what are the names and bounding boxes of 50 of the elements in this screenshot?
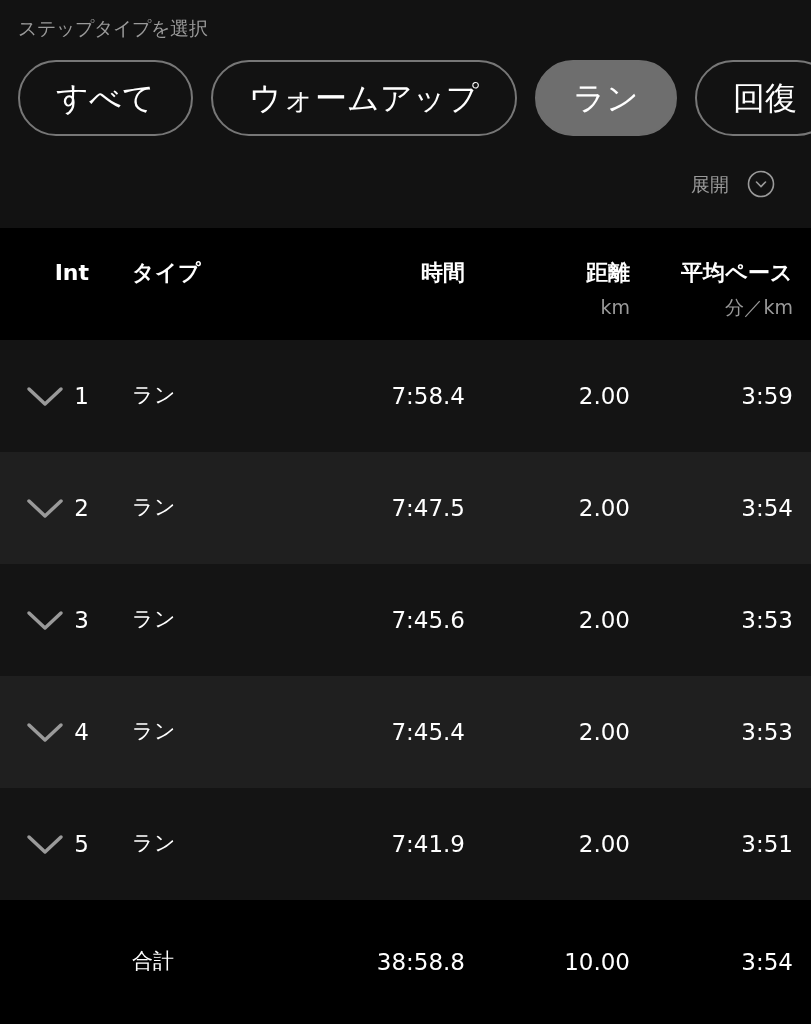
interval-number: 5	[74, 829, 89, 859]
interval-number: 1	[74, 381, 89, 411]
table-cell-text: 7:45.4	[390, 717, 465, 747]
expand-label[interactable]: 展開	[691, 170, 729, 199]
table-cell-text: 3:53	[740, 605, 793, 635]
table-cell-text: ラン	[131, 494, 177, 522]
table-cell-text: 2.00	[577, 605, 630, 635]
chevron-down-icon[interactable]	[26, 833, 65, 855]
column-unit: km	[600, 295, 630, 320]
interval-number: 3	[74, 605, 89, 635]
table-cell-text: ラン	[131, 718, 177, 746]
filter-chip[interactable]: 回復	[695, 60, 811, 136]
table-cell-text: 3:54	[740, 947, 793, 977]
chevron-down-icon[interactable]	[26, 385, 65, 407]
table-cell-text: ラン	[131, 606, 177, 634]
column-header: タイプ	[131, 259, 202, 287]
table-cell-text: 3:54	[740, 493, 793, 523]
chevron-down-icon[interactable]	[26, 609, 65, 631]
chevron-down-icon[interactable]	[26, 497, 65, 519]
table-cell-text: 7:41.9	[390, 829, 465, 859]
filter-chip[interactable]: すべて	[18, 60, 193, 136]
column-header: Int	[53, 259, 90, 287]
table-cell-text: 3:51	[740, 829, 793, 859]
table-cell-text: 7:47.5	[390, 493, 465, 523]
table-cell-text: 7:58.4	[390, 381, 465, 411]
table-cell-text: 38:58.8	[375, 947, 465, 977]
chevron-down-icon[interactable]	[26, 721, 65, 743]
column-header: 時間	[421, 259, 465, 287]
table-cell-text: 3:53	[740, 717, 793, 747]
table-cell-text: 合計	[131, 948, 175, 976]
section-label: ステップタイプを選択	[18, 16, 209, 41]
table-cell-text: ラン	[131, 382, 177, 410]
table-cell-text: 2.00	[577, 493, 630, 523]
table-cell-text: 2.00	[577, 381, 630, 411]
table-cell-text: 3:59	[740, 381, 793, 411]
table-row[interactable]: 2 ラン 7:47.5 2.00 3:54	[0, 452, 811, 564]
column-unit: 分／km	[725, 295, 793, 320]
column-header: 距離	[586, 259, 630, 287]
column-header: 平均ペース	[681, 259, 793, 287]
table-cell-text: 7:45.6	[390, 605, 465, 635]
interval-number: 4	[74, 717, 89, 747]
table-cell-text: 2.00	[577, 829, 630, 859]
table-cell-text: 2.00	[577, 717, 630, 747]
chevron-circle-icon[interactable]	[747, 170, 775, 199]
filter-chip[interactable]: ウォームアップ	[211, 60, 517, 136]
filter-chip[interactable]: ラン	[535, 60, 677, 136]
table-cell-text: 10.00	[563, 947, 630, 977]
table-cell-text: ラン	[131, 830, 177, 858]
table-row[interactable]: 4 ラン 7:45.4 2.00 3:53	[0, 676, 811, 788]
interval-number: 2	[74, 493, 89, 523]
